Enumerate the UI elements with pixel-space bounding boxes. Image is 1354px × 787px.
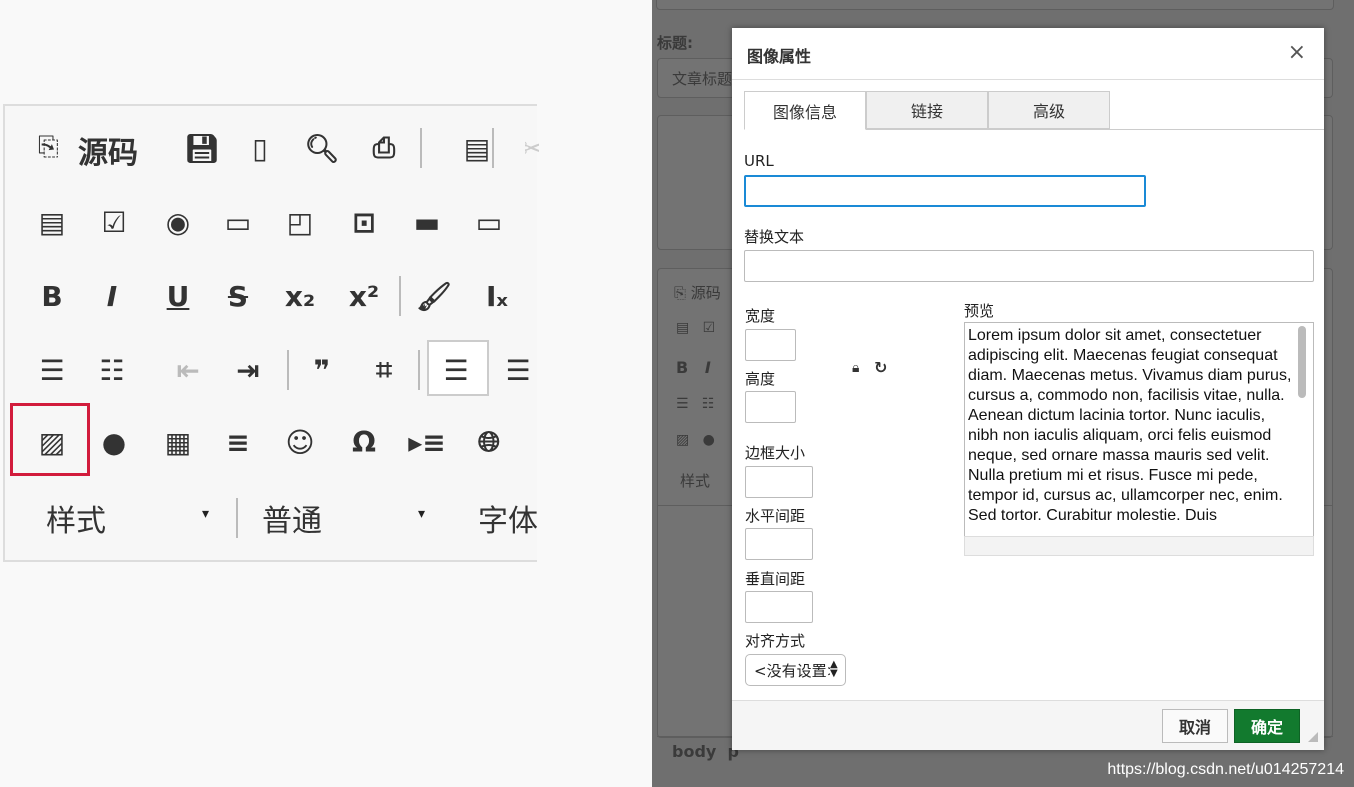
vspace-label: 垂直间距 [745,570,806,588]
tab-link[interactable]: 链接 [866,91,988,129]
image-button-highlight [10,403,90,476]
page-break-icon[interactable]: ▸≡ [405,420,449,464]
url-input[interactable] [744,175,1146,207]
bulleted-list-icon[interactable]: ☷ [90,348,134,392]
border-input[interactable] [745,466,813,498]
dialog-title: 图像属性 [732,28,1324,80]
toolbar-separator [399,276,401,316]
strike-icon[interactable]: S [216,274,260,318]
blockquote-icon[interactable]: ❞ [300,348,344,392]
text-field-icon[interactable]: ▭ [216,200,260,244]
radio-icon[interactable]: ◉ [156,200,200,244]
height-label: 高度 [745,370,776,388]
print-icon[interactable]: ⎙ [362,126,406,170]
editor-toolbar-zoomed [3,104,537,562]
checkbox-icon[interactable]: ☑ [92,200,136,244]
table-icon[interactable]: ▦ [156,420,200,464]
lock-ratio-icon[interactable]: 🔒︎ [852,360,859,376]
align-label: 对齐方式 [745,632,806,650]
title-label: 标题: [657,34,693,52]
button-icon[interactable]: ▬ [405,200,449,244]
horizontal-rule-icon[interactable]: ≡ [216,420,260,464]
format-dropdown[interactable]: 普通 [262,496,322,540]
hspace-input[interactable] [745,528,813,560]
special-char-icon[interactable]: Ω [342,420,386,464]
image-properties-dialog: 图像属性 × 图像信息 链接 高级 URL 替换文本 宽度 高度 🔒︎ ↻ 边框… [732,28,1324,750]
italic-icon[interactable]: I [90,274,134,318]
underline-icon[interactable]: U [156,274,200,318]
indent-icon[interactable]: ⇥ [226,348,270,392]
copy-format-icon[interactable]: 🖌︎ [412,274,456,318]
cancel-button[interactable]: 取消 [1162,709,1228,743]
toolbar-separator [287,350,289,390]
cut-icon[interactable]: ✂ [525,126,539,170]
close-icon[interactable]: × [1288,40,1306,65]
hspace-label: 水平间距 [745,507,806,525]
watermark: https://blog.csdn.net/u014257214 [1107,761,1344,778]
reset-size-icon[interactable]: ↻ [874,358,887,377]
resize-handle[interactable] [1308,732,1318,742]
select-arrows-icon: ▲ ▼ [830,659,838,679]
chevron-down-icon[interactable]: ▾ [418,506,425,522]
preview-icon[interactable]: 🔍︎ [300,126,344,170]
save-icon[interactable]: 💾︎ [180,126,224,170]
image-button-icon[interactable]: ▭ [467,200,511,244]
divider [236,498,238,538]
element-path: body p [672,742,739,761]
remove-format-icon[interactable]: Iₓ [475,274,519,318]
bold-icon[interactable]: B [30,274,74,318]
height-input[interactable] [745,391,796,423]
form-icon[interactable]: ▤ [30,200,74,244]
preview-scrollbar[interactable] [1298,326,1306,398]
alt-text-input[interactable] [744,250,1314,282]
vspace-input[interactable] [745,591,813,623]
tab-advanced[interactable]: 高级 [988,91,1110,129]
iframe-icon[interactable]: 🌐︎ [467,420,511,464]
outdent-icon[interactable]: ⇤ [166,348,210,392]
div-icon[interactable]: ⌗ [362,348,406,392]
preview-box: Lorem ipsum dolor sit amet, consectetuer… [964,322,1314,556]
tab-image-info[interactable]: 图像信息 [744,91,866,130]
font-dropdown[interactable]: 字体 [478,496,537,540]
flash-icon[interactable]: ● [92,420,136,464]
title-input-placeholder[interactable]: 文章标题 [672,68,732,89]
superscript-icon[interactable]: x² [342,274,386,318]
subscript-icon[interactable]: x₂ [278,274,322,318]
smiley-icon[interactable]: ☺ [278,420,322,464]
textarea-icon[interactable]: ◰ [278,200,322,244]
toolbar-separator [492,128,494,168]
new-page-icon[interactable]: ▯ [238,126,282,170]
width-label: 宽度 [745,307,776,325]
ok-button[interactable]: 确定 [1234,709,1300,743]
url-label: URL [744,152,774,170]
preview-label: 预览 [964,302,995,320]
bg-source-button: ⎘ 源码 [674,284,721,302]
select-icon[interactable]: ⊡ [342,200,386,244]
chevron-down-icon[interactable]: ▾ [202,506,209,522]
toolbar-separator [418,350,420,390]
source-button[interactable]: 源码 [78,128,138,172]
align-left-icon[interactable]: ☰ [434,348,478,392]
styles-dropdown[interactable]: 样式 [46,496,106,540]
source-icon[interactable]: ⎘ [38,132,59,163]
border-label: 边框大小 [745,444,806,462]
toolbar-separator [420,128,422,168]
align-center-icon[interactable]: ☰ [496,348,540,392]
numbered-list-icon[interactable]: ☰ [30,348,74,392]
alt-text-label: 替换文本 [744,228,805,246]
width-input[interactable] [745,329,796,361]
